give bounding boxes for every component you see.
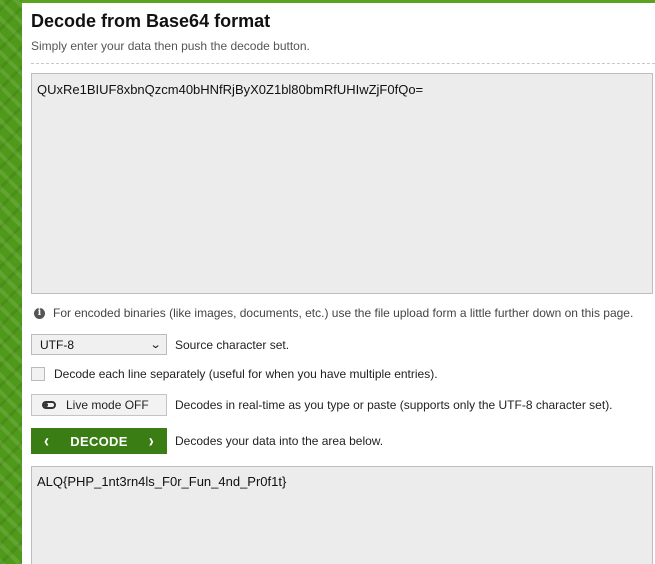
charset-row: UTF-8 ⌄ Source character set. xyxy=(31,334,289,355)
page-subtitle: Simply enter your data then push the dec… xyxy=(31,39,310,53)
each-line-row: Decode each line separately (useful for … xyxy=(31,367,438,381)
page-title: Decode from Base64 format xyxy=(31,11,271,31)
page: Decode from Base64 format Simply enter y… xyxy=(0,0,655,564)
charset-select[interactable]: UTF-8 ⌄ xyxy=(31,334,167,355)
live-mode-description: Decodes in real-time as you type or past… xyxy=(175,398,613,412)
chevron-down-icon: ⌄ xyxy=(149,339,162,351)
charset-label: Source character set. xyxy=(175,337,290,352)
toggle-off-icon xyxy=(42,401,56,409)
decode-description: Decodes your data into the area below. xyxy=(175,434,384,448)
file-upload-hint-text: For encoded binaries (like images, docum… xyxy=(53,306,634,320)
decorative-side-strip xyxy=(0,0,22,564)
each-line-checkbox[interactable] xyxy=(31,367,45,381)
decode-button[interactable]: ‹ DECODE › xyxy=(31,428,167,454)
live-mode-button[interactable]: Live mode OFF xyxy=(31,394,167,416)
decoded-output-textarea[interactable]: ALQ{PHP_1nt3rn4ls_F0r_Fun_4nd_Pr0f1t} xyxy=(31,466,653,564)
chevron-left-icon: ‹ xyxy=(44,430,50,452)
decode-button-label: DECODE xyxy=(70,433,128,449)
decode-row: ‹ DECODE › Decodes your data into the ar… xyxy=(31,428,383,454)
top-border xyxy=(22,0,655,3)
info-icon: i xyxy=(34,307,45,319)
each-line-label: Decode each line separately (useful for … xyxy=(54,367,438,381)
charset-selected-value: UTF-8 xyxy=(40,337,74,352)
live-mode-button-label: Live mode OFF xyxy=(66,398,149,412)
live-mode-row: Live mode OFF Decodes in real-time as yo… xyxy=(31,394,613,416)
base64-input-textarea[interactable]: QUxRe1BIUF8xbnQzcm40bHNfRjByX0Z1bl80bmRf… xyxy=(31,73,653,294)
chevron-right-icon: › xyxy=(148,430,154,452)
divider xyxy=(31,63,655,64)
file-upload-hint: i For encoded binaries (like images, doc… xyxy=(34,306,633,320)
